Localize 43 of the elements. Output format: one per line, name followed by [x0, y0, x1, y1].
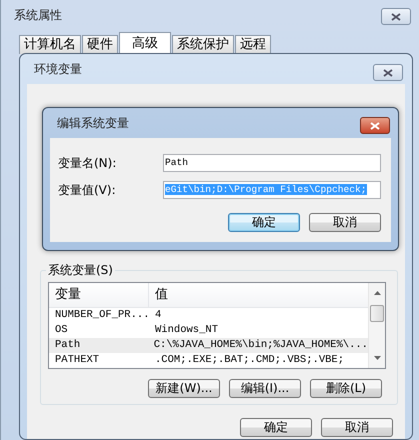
input-field[interactable]: Path	[163, 154, 381, 172]
tab[interactable]: 远程	[235, 35, 271, 54]
table-cell-text: .COM;.EXE;.BAT;.CMD;.VBS;.VBE;	[154, 353, 344, 368]
tab[interactable]: 硬件	[82, 35, 118, 54]
table-cell-text: Path	[54, 338, 82, 353]
scroll-up-icon	[374, 291, 380, 295]
table-cell-text: Windows_NT	[154, 323, 218, 338]
close-icon	[391, 12, 401, 20]
dialog-title: 环境变量	[34, 60, 82, 78]
push-button[interactable]: 新建(W)...	[148, 379, 220, 398]
close-button[interactable]	[360, 117, 390, 134]
column-header[interactable]: 变量	[49, 283, 149, 307]
scroll-down-icon	[374, 356, 380, 360]
tab[interactable]: 计算机名	[19, 35, 81, 54]
push-button[interactable]: 确定	[228, 213, 300, 232]
push-button[interactable]: 删除(L)	[310, 379, 382, 398]
push-button[interactable]: 取消	[309, 213, 381, 232]
tab[interactable]: 系统保护	[172, 35, 234, 54]
list-row[interactable]: NUMBER_OF_PR... 4	[49, 308, 368, 323]
table-cell-text: NUMBER_OF_PR...	[54, 308, 149, 323]
push-button[interactable]: 取消	[321, 418, 393, 437]
group-label: 系统变量(S)	[46, 262, 115, 279]
column-header[interactable]: 值	[149, 283, 168, 307]
table-cell-text: 4	[154, 308, 162, 323]
dialog-title: 编辑系统变量	[57, 114, 129, 132]
field-label: 变量名(N):	[58, 154, 118, 172]
list-row[interactable]: Path C:\%JAVA_HOME%\bin;%JAVA_HOME%\...	[49, 338, 368, 353]
scrollbar[interactable]	[368, 283, 385, 368]
field-label: 变量值(V):	[58, 182, 117, 198]
list-row[interactable]: PATHEXT .COM;.EXE;.BAT;.CMD;.VBS;.VBE;	[49, 353, 368, 368]
close-button[interactable]	[381, 8, 411, 25]
list-row[interactable]: OS Windows_NT	[49, 323, 368, 338]
window-title: 系统属性	[14, 6, 62, 24]
close-icon	[383, 68, 393, 76]
table-cell-text: C:\%JAVA_HOME%\bin;%JAVA_HOME%\...	[152, 338, 368, 353]
scroll-thumb[interactable]	[370, 305, 384, 322]
table-cell-text: PATHEXT	[54, 353, 100, 368]
table-cell-text: OS	[54, 323, 69, 338]
tab[interactable]: 高级	[119, 32, 171, 54]
push-button[interactable]: 编辑(I)...	[229, 379, 301, 398]
close-button[interactable]	[373, 64, 403, 81]
push-button[interactable]: 确定	[240, 418, 312, 437]
close-icon	[370, 122, 380, 130]
